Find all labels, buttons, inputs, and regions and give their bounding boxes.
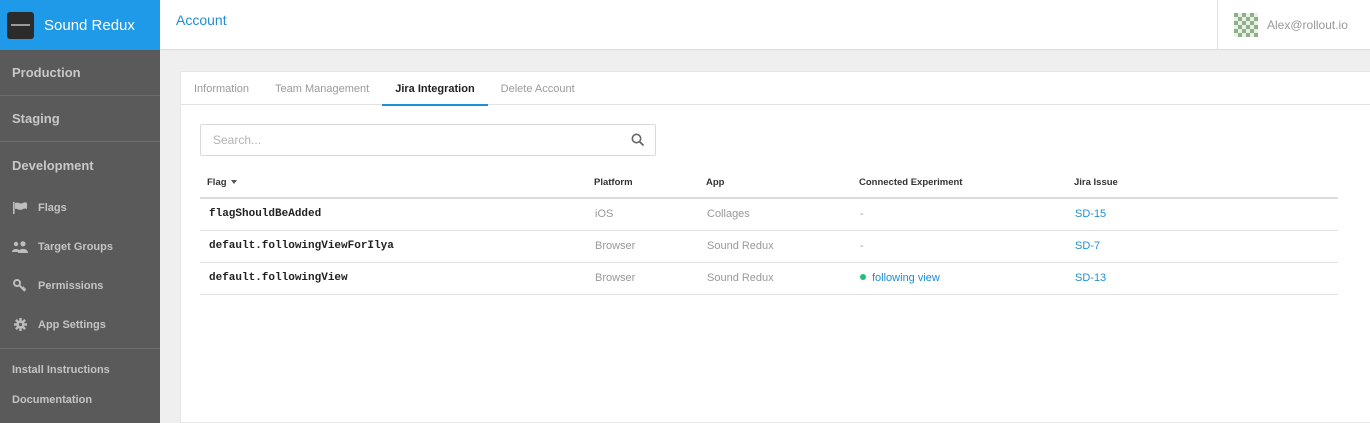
sidebar-item-flags[interactable]: Flags — [0, 188, 160, 227]
column-label: Jira Issue — [1074, 177, 1118, 188]
flag-icon — [12, 201, 28, 214]
env-label: Staging — [12, 111, 60, 126]
flag-name: default.followingViewForIlya — [200, 230, 587, 263]
user-menu[interactable]: Alex@rollout.io — [1217, 0, 1370, 50]
env-label: Development — [12, 157, 94, 173]
sidebar-item-label: Permissions — [38, 279, 104, 292]
tab-bar: Information Team Management Jira Integra… — [181, 72, 1370, 106]
column-header-jira: Jira Issue — [1067, 168, 1338, 199]
column-header-app: App — [699, 168, 852, 199]
documentation-link[interactable]: Documentation — [0, 385, 160, 415]
key-icon — [12, 279, 28, 292]
sidebar-item-app-settings[interactable]: App Settings — [0, 305, 160, 344]
table-header-row: Flag Platform App Connected Experiment J… — [200, 168, 1338, 199]
env-label: Production — [12, 65, 81, 80]
table-row[interactable]: default.followingViewForIlya Browser Sou… — [200, 230, 1338, 263]
sidebar: Sound Redux Production Staging Developme… — [0, 0, 160, 423]
app-cell: Sound Redux — [699, 262, 852, 295]
app-cell: Collages — [699, 198, 852, 231]
column-header-platform: Platform — [587, 168, 699, 199]
tab-team-management[interactable]: Team Management — [275, 72, 369, 105]
tab-label: Information — [194, 82, 250, 95]
search-box — [200, 124, 656, 156]
jira-cell: SD-7 — [1067, 230, 1338, 263]
jira-issue-link[interactable]: SD-15 — [1075, 208, 1106, 220]
install-instructions-link[interactable]: Install Instructions — [0, 355, 160, 385]
experiment-cell: - — [852, 198, 1067, 231]
flag-name: default.followingView — [200, 262, 587, 295]
search-icon[interactable] — [631, 133, 645, 147]
experiment-cell: following view — [852, 262, 1067, 295]
tab-label: Team Management — [275, 82, 370, 95]
tab-delete-account[interactable]: Delete Account — [501, 72, 575, 105]
app-logo-icon — [7, 11, 34, 39]
env-production[interactable]: Production — [0, 50, 160, 96]
brand-header[interactable]: Sound Redux — [0, 0, 160, 50]
status-dot-icon — [860, 274, 866, 281]
jira-issue-link[interactable]: SD-13 — [1075, 272, 1106, 284]
column-label: Connected Experiment — [859, 177, 963, 188]
users-icon — [12, 240, 28, 253]
sidebar-item-target-groups[interactable]: Target Groups — [0, 227, 160, 266]
env-development[interactable]: Development — [0, 142, 160, 188]
sidebar-item-label: Target Groups — [38, 240, 113, 253]
jira-flags-table: Flag Platform App Connected Experiment J… — [200, 168, 1338, 295]
table-row[interactable]: flagShouldBeAdded iOS Collages - SD-15 — [200, 198, 1338, 231]
user-email: Alex@rollout.io — [1267, 18, 1348, 32]
table-row[interactable]: default.followingView Browser Sound Redu… — [200, 262, 1338, 295]
experiment-link[interactable]: following view — [872, 272, 940, 284]
column-header-experiment: Connected Experiment — [852, 168, 1067, 199]
avatar — [1234, 13, 1258, 37]
tab-label: Delete Account — [500, 82, 575, 95]
top-header: Account Alex@rollout.io — [160, 0, 1370, 50]
sidebar-item-label: Flags — [38, 201, 67, 214]
column-label: Flag — [207, 177, 227, 188]
jira-cell: SD-13 — [1067, 262, 1338, 295]
column-header-flag[interactable]: Flag — [200, 168, 587, 199]
sidebar-item-permissions[interactable]: Permissions — [0, 266, 160, 305]
flag-name: flagShouldBeAdded — [200, 198, 587, 231]
tab-label: Jira Integration — [395, 82, 475, 95]
app-name: Sound Redux — [44, 16, 135, 34]
sidebar-item-label: App Settings — [38, 318, 106, 331]
tab-information[interactable]: Information — [194, 72, 249, 105]
link-label: Documentation — [12, 394, 93, 406]
jira-cell: SD-15 — [1067, 198, 1338, 231]
column-label: Platform — [594, 177, 633, 188]
gear-icon — [12, 318, 28, 331]
env-staging[interactable]: Staging — [0, 96, 160, 142]
column-label: App — [706, 177, 725, 188]
page-title: Account — [176, 12, 227, 28]
tab-jira-integration[interactable]: Jira Integration — [382, 72, 489, 106]
platform-cell: iOS — [587, 198, 699, 231]
search-input[interactable] — [201, 125, 601, 155]
account-card: Information Team Management Jira Integra… — [180, 71, 1370, 423]
jira-issue-link[interactable]: SD-7 — [1075, 240, 1100, 252]
platform-cell: Browser — [587, 262, 699, 295]
platform-cell: Browser — [587, 230, 699, 263]
app-cell: Sound Redux — [699, 230, 852, 263]
experiment-cell: - — [852, 230, 1067, 263]
link-label: Install Instructions — [12, 364, 110, 376]
sort-down-icon — [230, 180, 237, 185]
